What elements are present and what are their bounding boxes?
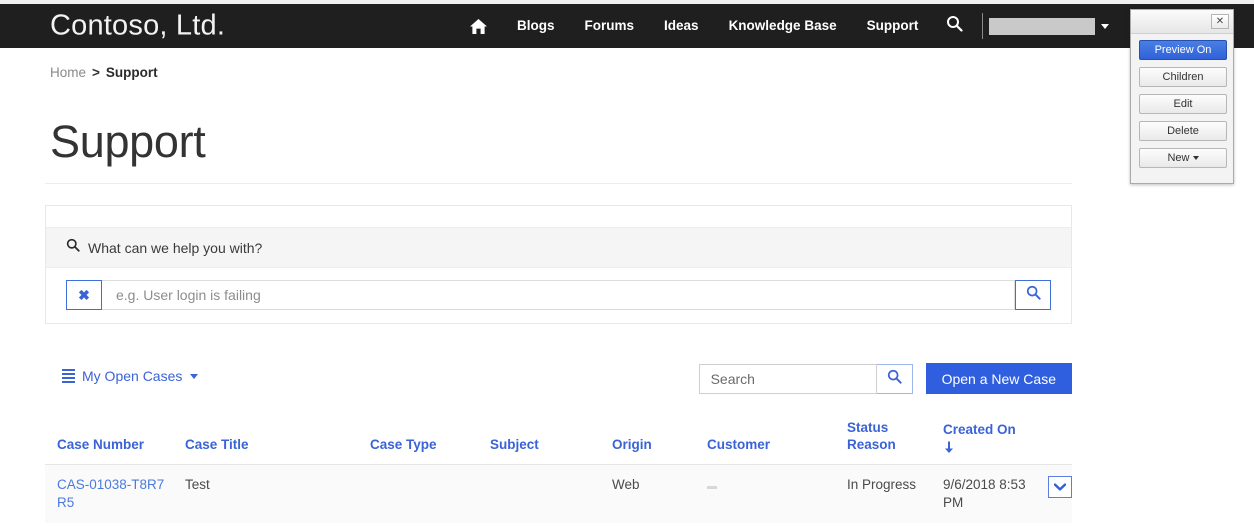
chevron-down-icon <box>190 373 199 379</box>
cell-case-title: Test <box>173 464 358 524</box>
panel-top-spacer <box>46 206 1071 228</box>
cell-subject <box>478 464 600 524</box>
list-icon <box>62 369 75 383</box>
column-header-created-on[interactable]: Created On <box>931 414 1036 465</box>
column-header-customer[interactable]: Customer <box>695 414 835 465</box>
toolbar-actions: Open a New Case <box>698 363 1072 394</box>
column-header-created-on-label: Created On <box>943 421 1016 437</box>
knowledge-search-input[interactable] <box>102 280 1015 310</box>
cms-new-button[interactable]: New <box>1139 148 1227 168</box>
arrow-down-icon <box>943 441 955 454</box>
open-new-case-button[interactable]: Open a New Case <box>925 363 1072 394</box>
cms-edit-panel: ✕ Preview On Children Edit Delete New <box>1130 9 1234 184</box>
close-icon[interactable]: ✕ <box>1211 14 1229 29</box>
cases-table-header: Case Number Case Title Case Type Subject… <box>45 414 1072 465</box>
chevron-down-icon <box>1192 156 1199 161</box>
column-header-status-reason[interactable]: Status Reason <box>835 414 931 465</box>
cms-preview-on-button[interactable]: Preview On <box>1139 40 1227 60</box>
table-row[interactable]: CAS-01038-T8R7R5 Test Web In Progress 9/… <box>45 464 1072 524</box>
case-number-link[interactable]: CAS-01038-T8R7R5 <box>57 477 164 510</box>
cms-edit-button[interactable]: Edit <box>1139 94 1227 114</box>
column-header-case-number[interactable]: Case Number <box>45 414 173 465</box>
nav-home-link[interactable] <box>455 18 502 35</box>
cases-table-body: CAS-01038-T8R7R5 Test Web In Progress 9/… <box>45 464 1072 524</box>
column-header-actions <box>1036 414 1072 465</box>
grid-search-button[interactable] <box>876 363 913 394</box>
search-icon <box>946 15 963 37</box>
chevron-down-icon <box>1053 478 1067 496</box>
search-icon <box>1026 285 1041 305</box>
column-header-origin[interactable]: Origin <box>600 414 695 465</box>
nav-search-button[interactable] <box>933 15 976 37</box>
customer-value-redacted <box>707 485 717 489</box>
clear-search-button[interactable]: ✖ <box>66 280 102 310</box>
knowledge-search-submit[interactable] <box>1015 280 1051 310</box>
breadcrumb: Home > Support <box>50 65 158 80</box>
page-title: Support <box>50 116 206 167</box>
cell-origin: Web <box>600 464 695 524</box>
cms-panel-buttons: Preview On Children Edit Delete New <box>1131 34 1233 183</box>
title-divider <box>45 183 1072 184</box>
nav-item-blogs[interactable]: Blogs <box>502 4 570 48</box>
view-selector-my-open-cases[interactable]: My Open Cases <box>62 368 199 384</box>
user-name-redacted <box>989 17 1096 35</box>
home-icon <box>469 18 488 35</box>
cms-panel-titlebar: ✕ <box>1131 10 1233 34</box>
cell-status-reason: In Progress <box>835 464 931 524</box>
cell-customer <box>695 464 835 524</box>
cell-created-on: 9/6/2018 8:53 PM <box>931 464 1036 524</box>
column-header-case-title[interactable]: Case Title <box>173 414 358 465</box>
knowledge-search-heading-row: What can we help you with? <box>46 228 1071 268</box>
nav-item-knowledge-base[interactable]: Knowledge Base <box>714 4 852 48</box>
main-navigation: Blogs Forums Ideas Knowledge Base Suppor… <box>455 4 1117 48</box>
user-menu[interactable] <box>989 17 1117 35</box>
cell-case-number: CAS-01038-T8R7R5 <box>45 464 173 524</box>
search-icon <box>887 369 902 389</box>
knowledge-search-panel: What can we help you with? ✖ <box>45 205 1072 324</box>
row-actions-button[interactable] <box>1048 475 1072 498</box>
nav-item-forums[interactable]: Forums <box>570 4 650 48</box>
column-header-case-type[interactable]: Case Type <box>358 414 478 465</box>
breadcrumb-separator: > <box>92 65 100 80</box>
site-header: Contoso, Ltd. Blogs Forums Ideas Knowled… <box>0 4 1254 48</box>
nav-divider <box>982 13 984 39</box>
search-icon <box>66 238 80 257</box>
cases-table: Case Number Case Title Case Type Subject… <box>45 414 1072 524</box>
knowledge-search-row: ✖ <box>46 268 1071 322</box>
nav-item-ideas[interactable]: Ideas <box>649 4 714 48</box>
knowledge-search-heading: What can we help you with? <box>88 239 263 256</box>
column-header-subject[interactable]: Subject <box>478 414 600 465</box>
cms-delete-button[interactable]: Delete <box>1139 121 1227 141</box>
table-header-row: Case Number Case Title Case Type Subject… <box>45 414 1072 465</box>
breadcrumb-home[interactable]: Home <box>50 65 86 80</box>
cell-case-type <box>358 464 478 524</box>
cases-toolbar: My Open Cases Open a New Case <box>45 360 1072 396</box>
site-brand[interactable]: Contoso, Ltd. <box>50 10 225 43</box>
chevron-down-icon <box>1101 23 1110 29</box>
nav-item-support[interactable]: Support <box>852 4 934 48</box>
cms-children-button[interactable]: Children <box>1139 67 1227 87</box>
breadcrumb-current: Support <box>105 65 158 80</box>
cms-new-label: New <box>1167 152 1190 164</box>
view-selector-label: My Open Cases <box>82 368 183 384</box>
cell-actions <box>1036 464 1072 524</box>
grid-search-input[interactable] <box>698 363 877 394</box>
